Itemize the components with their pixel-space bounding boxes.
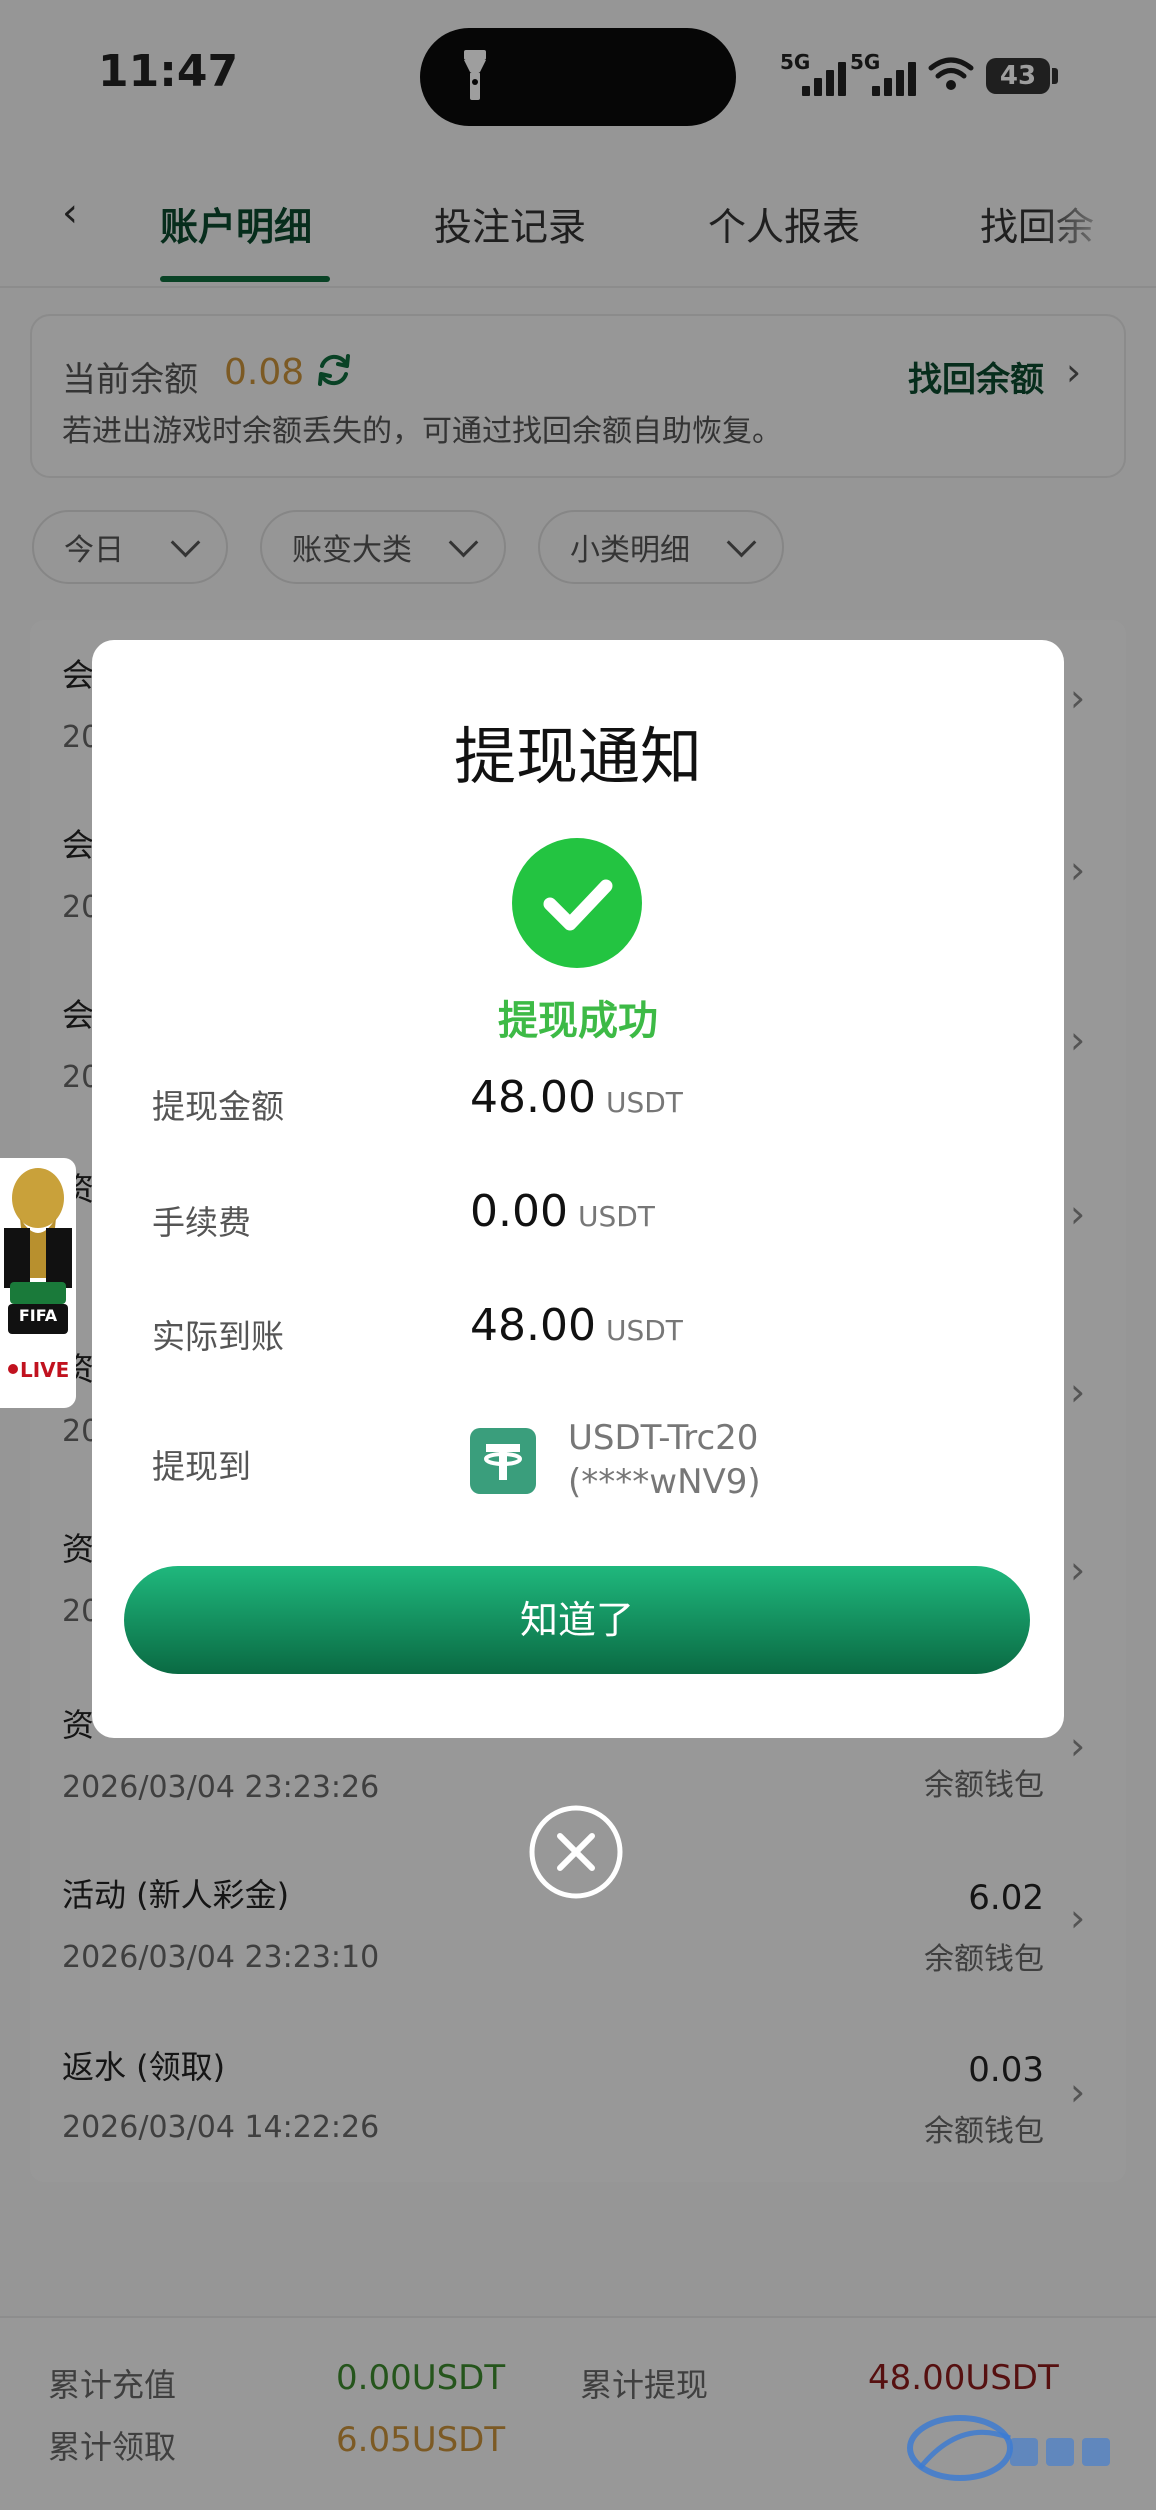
destination-channel: USDT-Trc20 <box>568 1418 759 1458</box>
destination-account: (****wNV9) <box>568 1462 761 1502</box>
live-dot-icon <box>8 1364 18 1374</box>
dialog-title: 提现通知 <box>453 720 702 793</box>
received-value-row: 48.00 USDT <box>470 1300 683 1351</box>
amount-label: 提现金额 <box>152 1087 284 1126</box>
amount-value: 48.00 <box>470 1072 596 1123</box>
received-label: 实际到账 <box>152 1317 284 1356</box>
fee-value-row: 0.00 USDT <box>470 1186 655 1237</box>
withdraw-status: 提现成功 <box>498 998 658 1044</box>
received-unit: USDT <box>605 1314 683 1347</box>
live-label: LIVE <box>20 1358 70 1382</box>
fifa-label: FIFA <box>18 1306 58 1325</box>
tether-icon <box>470 1428 536 1494</box>
check-icon <box>512 838 642 968</box>
got-it-button[interactable]: 知道了 <box>124 1566 1030 1674</box>
fee-unit: USDT <box>577 1200 655 1233</box>
fee-label: 手续费 <box>152 1203 251 1242</box>
fee-value: 0.00 <box>470 1186 568 1237</box>
received-value: 48.00 <box>470 1300 596 1351</box>
amount-unit: USDT <box>605 1086 683 1119</box>
fifa-live-widget[interactable]: FIFA LIVE <box>0 1158 76 1408</box>
destination-label: 提现到 <box>152 1447 251 1486</box>
close-icon[interactable] <box>528 1804 624 1900</box>
amount-value-row: 48.00 USDT <box>470 1072 683 1123</box>
watermark-logo-icon <box>907 2415 1110 2481</box>
